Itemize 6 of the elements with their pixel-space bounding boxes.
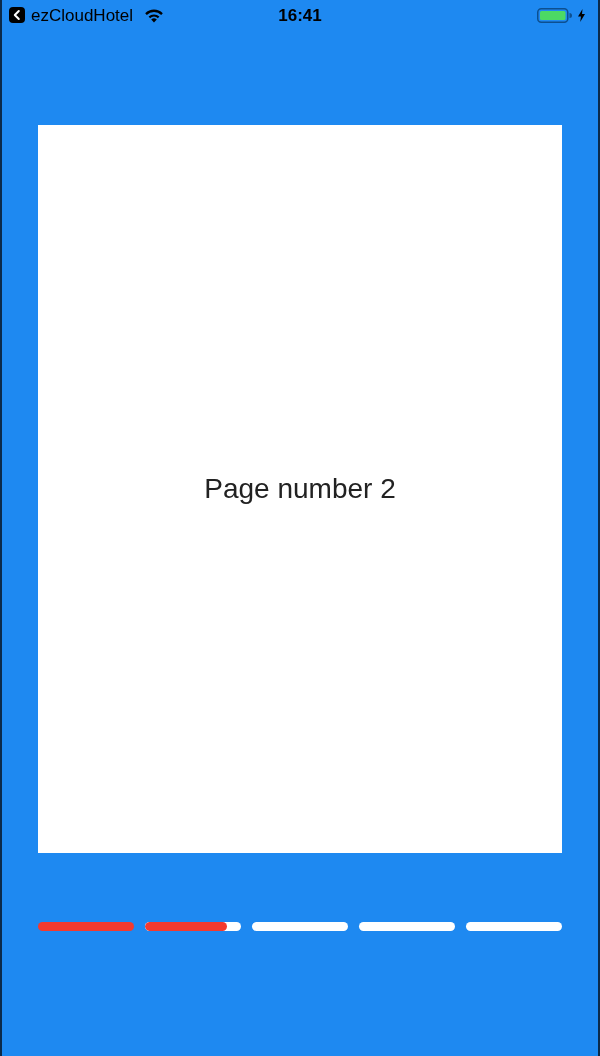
wifi-icon [144,7,165,23]
page-title: Page number 2 [204,475,396,503]
status-time: 16:41 [278,6,322,24]
battery-icon [537,7,572,23]
back-button[interactable]: ezCloudHotel [9,6,134,24]
back-chevron-icon [9,7,25,23]
